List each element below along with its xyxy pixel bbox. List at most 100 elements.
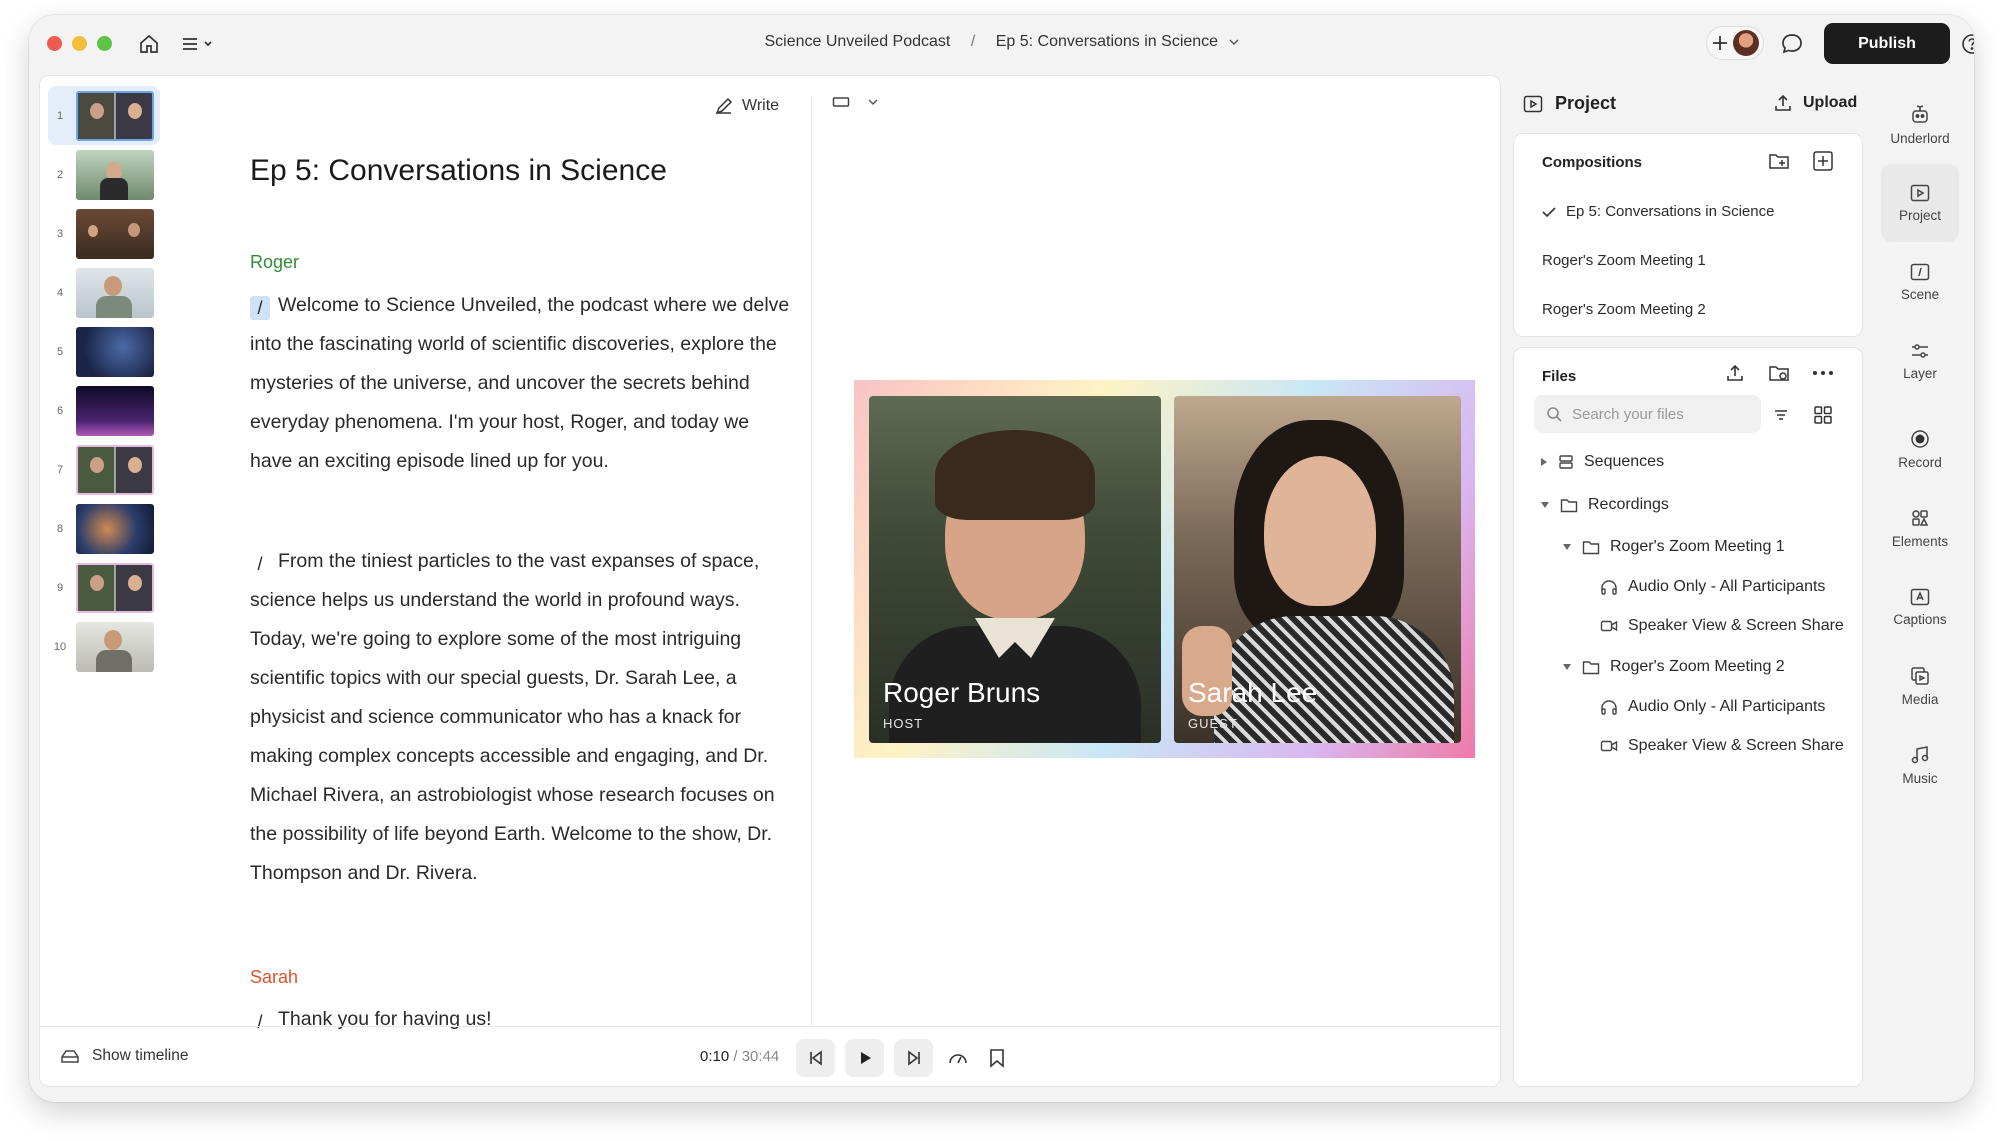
scene-thumbnail[interactable]: 10: [48, 617, 160, 676]
scene-number: 4: [56, 286, 64, 299]
composition-item[interactable]: Roger's Zoom Meeting 2: [1542, 301, 1706, 318]
scene-thumbnail[interactable]: 4: [48, 263, 160, 322]
tree-item-recordings[interactable]: Recordings: [1540, 496, 1669, 514]
show-timeline-button[interactable]: Show timeline: [60, 1047, 189, 1065]
upload-button[interactable]: Upload: [1773, 93, 1857, 113]
host-video[interactable]: Roger Bruns HOST: [869, 396, 1161, 743]
file-search-input[interactable]: Search your files: [1534, 395, 1761, 433]
skip-back-button[interactable]: [796, 1039, 835, 1077]
add-composition-icon[interactable]: [1810, 148, 1836, 174]
scene-break-marker[interactable]: /: [250, 296, 270, 320]
scene-number: 7: [56, 463, 64, 476]
tree-label: Roger's Zoom Meeting 1: [1610, 538, 1785, 555]
play-button[interactable]: [845, 1039, 884, 1077]
speaker-label-sarah[interactable]: Sarah: [250, 967, 298, 988]
scene-icon: [1910, 263, 1930, 280]
rail-music[interactable]: Music: [1881, 726, 1959, 804]
document-title[interactable]: Ep 5: Conversations in Science: [250, 154, 667, 188]
aspect-ratio-dropdown[interactable]: [832, 96, 878, 108]
rail-media[interactable]: Media: [1881, 647, 1959, 725]
scene-thumbnail[interactable]: 9: [48, 558, 160, 617]
speaker-label-roger[interactable]: Roger: [250, 252, 299, 273]
chevron-right-icon: [1541, 458, 1547, 466]
tree-label: Roger's Zoom Meeting 2: [1610, 658, 1785, 675]
composition-item[interactable]: Roger's Zoom Meeting 1: [1542, 252, 1706, 269]
publish-button[interactable]: Publish: [1824, 23, 1950, 64]
bookmark-icon[interactable]: [986, 1046, 1008, 1070]
compositions-title: Compositions: [1542, 154, 1642, 171]
tree-item-audio-file[interactable]: Audio Only - All Participants: [1600, 698, 1825, 716]
video-camera-icon: [1600, 740, 1618, 752]
scene-thumbnail-list: 1 2 3 4 5 6 7 8 9 10: [48, 86, 160, 676]
new-folder-icon[interactable]: [1766, 360, 1792, 386]
scene-number: 1: [56, 109, 64, 122]
breadcrumb-composition[interactable]: Ep 5: Conversations in Science: [996, 33, 1218, 51]
more-options-icon[interactable]: [1810, 360, 1836, 386]
duration: 30:44: [741, 1048, 780, 1065]
tree-item-sequences[interactable]: Sequences: [1540, 453, 1664, 471]
rail-record[interactable]: Record: [1881, 410, 1959, 488]
script-editor[interactable]: Write Ep 5: Conversations in Science Rog…: [250, 76, 810, 1036]
scene-thumbnail[interactable]: 5: [48, 322, 160, 381]
tree-item-video-file[interactable]: Speaker View & Screen Share: [1600, 617, 1844, 635]
host-name: Roger Bruns: [883, 677, 1041, 708]
help-icon[interactable]: [1959, 31, 1974, 57]
scene-thumbnail[interactable]: 8: [48, 499, 160, 558]
scene-break-marker[interactable]: /: [250, 552, 270, 576]
scene-number: 6: [56, 404, 64, 417]
breadcrumb-separator: /: [970, 33, 976, 50]
tree-item-meeting-2[interactable]: Roger's Zoom Meeting 2: [1562, 658, 1785, 676]
rail-underlord[interactable]: Underlord: [1881, 85, 1959, 163]
time-separator: /: [729, 1048, 742, 1065]
panel-divider[interactable]: [811, 96, 812, 1026]
video-camera-icon: [1600, 620, 1618, 632]
host-hair: [935, 430, 1095, 520]
scene-thumbnail[interactable]: 6: [48, 381, 160, 440]
tree-label: Sequences: [1584, 453, 1665, 470]
plus-icon: [1713, 36, 1727, 50]
upload-file-icon[interactable]: [1722, 360, 1748, 386]
tree-label: Speaker View & Screen Share: [1628, 617, 1844, 634]
guest-video[interactable]: Sarah Lee GUEST: [1174, 396, 1461, 743]
script-paragraph[interactable]: / From the tiniest particles to the vast …: [250, 542, 790, 893]
add-collaborator-button[interactable]: [1706, 26, 1764, 60]
rail-captions[interactable]: Captions: [1881, 568, 1959, 646]
scene-thumbnail[interactable]: 7: [48, 440, 160, 499]
music-note-icon: [1911, 745, 1929, 763]
project-panel: Project Upload Compositions Ep 5: Conver…: [1513, 75, 1863, 1087]
rail-project[interactable]: Project: [1881, 164, 1959, 242]
rail-scene[interactable]: Scene: [1881, 243, 1959, 321]
filter-icon[interactable]: [1770, 404, 1792, 426]
rail-elements[interactable]: Elements: [1881, 489, 1959, 567]
new-folder-icon[interactable]: [1766, 148, 1792, 174]
playback-speed-icon[interactable]: [946, 1047, 970, 1069]
timeline-icon: [61, 1050, 79, 1063]
scene-thumbnail[interactable]: 2: [48, 145, 160, 204]
scene-number: 10: [53, 640, 67, 653]
files-title: Files: [1542, 368, 1577, 385]
rail-label: Captions: [1893, 611, 1947, 627]
rail-layer[interactable]: Layer: [1881, 322, 1959, 400]
sequences-icon: [1559, 455, 1573, 469]
breadcrumb-project[interactable]: Science Unveiled Podcast: [764, 33, 950, 51]
project-header: Project: [1523, 93, 1616, 114]
scene-number: 9: [56, 581, 64, 594]
upload-label: Upload: [1803, 94, 1858, 111]
write-label: Write: [742, 97, 780, 114]
write-button[interactable]: Write: [714, 96, 779, 116]
video-preview-canvas[interactable]: Roger Bruns HOST Sarah Lee GUEST: [854, 380, 1475, 758]
tree-item-audio-file[interactable]: Audio Only - All Participants: [1600, 578, 1825, 596]
scene-thumbnail[interactable]: 3: [48, 204, 160, 263]
scene-thumbnail[interactable]: 1: [48, 86, 160, 145]
script-paragraph[interactable]: / Welcome to Science Unveiled, the podcas…: [250, 286, 790, 481]
grid-view-icon[interactable]: [1810, 402, 1836, 428]
tree-item-meeting-1[interactable]: Roger's Zoom Meeting 1: [1562, 538, 1785, 556]
rail-label: Scene: [1900, 286, 1940, 302]
skip-forward-button[interactable]: [894, 1039, 933, 1077]
composition-item-active[interactable]: Ep 5: Conversations in Science: [1542, 203, 1774, 220]
rail-label: Underlord: [1890, 130, 1950, 146]
comments-icon[interactable]: [1778, 30, 1806, 58]
tree-item-video-file[interactable]: Speaker View & Screen Share: [1600, 737, 1844, 755]
media-icon: [1911, 666, 1929, 685]
chevron-down-icon[interactable]: [1229, 33, 1239, 51]
